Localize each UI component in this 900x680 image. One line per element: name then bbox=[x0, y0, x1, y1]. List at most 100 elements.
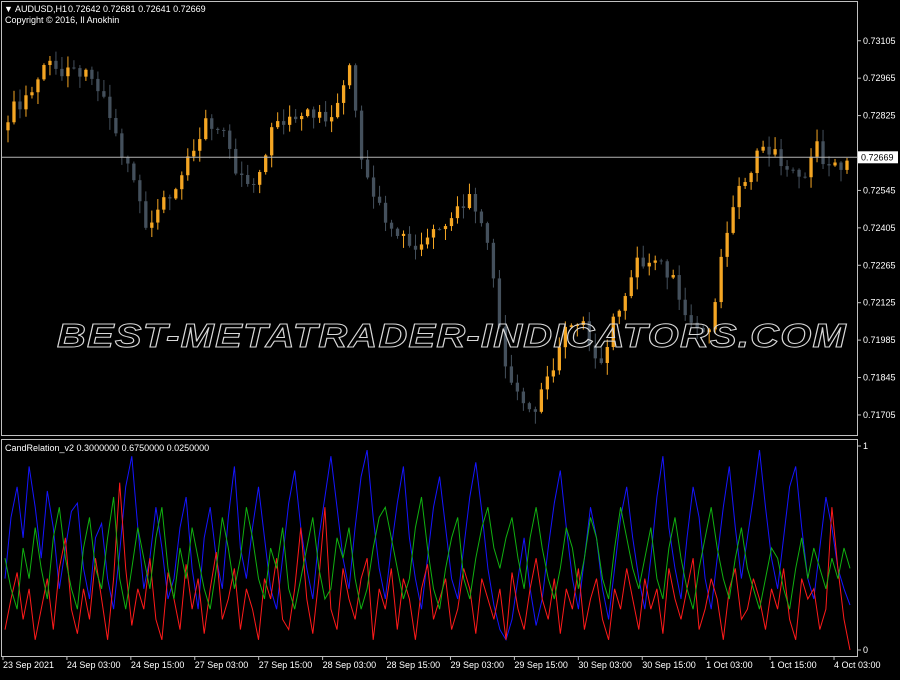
candle-body bbox=[647, 262, 651, 267]
candle-body bbox=[551, 370, 555, 377]
candle-body bbox=[60, 68, 64, 77]
candle-body bbox=[252, 183, 256, 185]
candle-body bbox=[803, 176, 807, 178]
candle-body bbox=[258, 172, 262, 185]
price-tick-label: 0.72265 bbox=[863, 260, 896, 270]
candle-body bbox=[144, 201, 148, 228]
time-tick-label: 4 Oct 03:00 bbox=[834, 660, 881, 670]
candle-body bbox=[234, 148, 238, 174]
candle-body bbox=[341, 85, 346, 103]
candle-body bbox=[210, 118, 214, 129]
time-tick-label: 28 Sep 03:00 bbox=[323, 660, 377, 670]
time-tick-label: 1 Oct 15:00 bbox=[770, 660, 817, 670]
candle-body bbox=[174, 189, 178, 199]
indicator-tick-label: 1 bbox=[863, 441, 868, 451]
candle-body bbox=[491, 242, 496, 279]
candle-body bbox=[821, 141, 825, 165]
symbol-label: AUDUSD,H1 bbox=[15, 4, 67, 14]
candle-body bbox=[725, 232, 729, 257]
candle-body bbox=[827, 164, 831, 166]
candle-body bbox=[96, 78, 100, 92]
candle-body bbox=[635, 257, 639, 278]
candle-body bbox=[371, 177, 376, 197]
price-tick-label: 0.72125 bbox=[863, 298, 896, 308]
candle-body bbox=[425, 237, 430, 245]
indicator-title: CandRelation_v2 0.3000000 0.6750000 0.02… bbox=[5, 443, 209, 453]
candle-body bbox=[833, 162, 837, 166]
candle-body bbox=[767, 146, 771, 155]
candle-body bbox=[359, 110, 364, 160]
trading-chart[interactable]: 0.72669 0.73105 0.72965 0.72825 0.72545 0.72… bbox=[0, 0, 900, 675]
copyright-label: Copyright © 2016, Il Anokhin bbox=[5, 15, 119, 25]
candle-body bbox=[347, 65, 352, 86]
candle-body bbox=[42, 65, 46, 80]
candle-body bbox=[126, 157, 130, 164]
time-tick-label: 29 Sep 03:00 bbox=[450, 660, 504, 670]
candle-body bbox=[186, 156, 190, 176]
candle-body bbox=[599, 358, 603, 363]
candle-body bbox=[102, 91, 106, 97]
candle-body bbox=[305, 109, 310, 116]
candle-body bbox=[270, 127, 274, 156]
candle-body bbox=[18, 101, 22, 110]
price-tick-label: 0.71985 bbox=[863, 335, 896, 345]
candle-body bbox=[761, 146, 765, 151]
candle-body bbox=[156, 209, 160, 223]
candle-body bbox=[377, 196, 382, 203]
candle-body bbox=[204, 118, 208, 140]
candle-body bbox=[246, 174, 250, 184]
current-price-tag: 0.72669 bbox=[861, 152, 894, 162]
candle-body bbox=[329, 117, 334, 122]
time-tick-label: 30 Sep 03:00 bbox=[578, 660, 632, 670]
candle-body bbox=[455, 206, 460, 219]
time-tick-label: 24 Sep 15:00 bbox=[131, 660, 185, 670]
candle-body bbox=[198, 139, 202, 151]
price-tick-label: 0.71705 bbox=[863, 410, 896, 420]
time-tick-label: 29 Sep 15:00 bbox=[514, 660, 568, 670]
candle-body bbox=[845, 160, 849, 170]
candle-body bbox=[365, 159, 370, 178]
candle-body bbox=[66, 67, 70, 77]
candle-body bbox=[461, 206, 466, 209]
candle-body bbox=[413, 245, 418, 250]
candle-body bbox=[509, 366, 514, 383]
candle-body bbox=[84, 69, 88, 77]
candle-body bbox=[78, 68, 82, 77]
candle-body bbox=[671, 275, 675, 278]
chart-menu-triangle-icon[interactable]: ▼ bbox=[4, 4, 13, 14]
candle-body bbox=[719, 256, 723, 303]
candle-body bbox=[138, 180, 142, 202]
candle-body bbox=[276, 121, 280, 128]
candle-body bbox=[809, 156, 813, 178]
candle-body bbox=[150, 222, 154, 228]
candle-body bbox=[521, 391, 526, 404]
candle-body bbox=[785, 166, 789, 170]
candle-body bbox=[473, 194, 478, 212]
candle-body bbox=[300, 115, 304, 120]
candle-body bbox=[665, 261, 669, 278]
candle-body bbox=[539, 389, 544, 412]
candle-body bbox=[48, 60, 52, 66]
candle-body bbox=[54, 60, 58, 69]
watermark: BEST-METATRADER-INDICATORS.COM bbox=[57, 317, 848, 354]
candle-body bbox=[443, 226, 448, 230]
candle-body bbox=[114, 117, 118, 134]
candle-body bbox=[533, 409, 538, 412]
candle-body bbox=[317, 111, 322, 118]
price-tick-label: 0.72825 bbox=[863, 111, 896, 121]
candle-body bbox=[383, 202, 388, 223]
candle-body bbox=[545, 376, 550, 390]
time-tick-label: 28 Sep 15:00 bbox=[387, 660, 441, 670]
candle-body bbox=[437, 229, 442, 231]
candle-body bbox=[791, 169, 795, 171]
time-tick-label: 27 Sep 15:00 bbox=[259, 660, 313, 670]
candle-body bbox=[449, 218, 454, 227]
candle-body bbox=[401, 233, 406, 236]
price-tick-label: 0.72545 bbox=[863, 185, 896, 195]
candle-body bbox=[641, 257, 645, 267]
chart-canvas[interactable]: 0.72669 0.73105 0.72965 0.72825 0.72545 0.72… bbox=[0, 0, 900, 675]
candle-body bbox=[485, 223, 490, 243]
candle-body bbox=[72, 67, 76, 69]
candle-body bbox=[36, 79, 40, 93]
candle-body bbox=[132, 163, 136, 181]
